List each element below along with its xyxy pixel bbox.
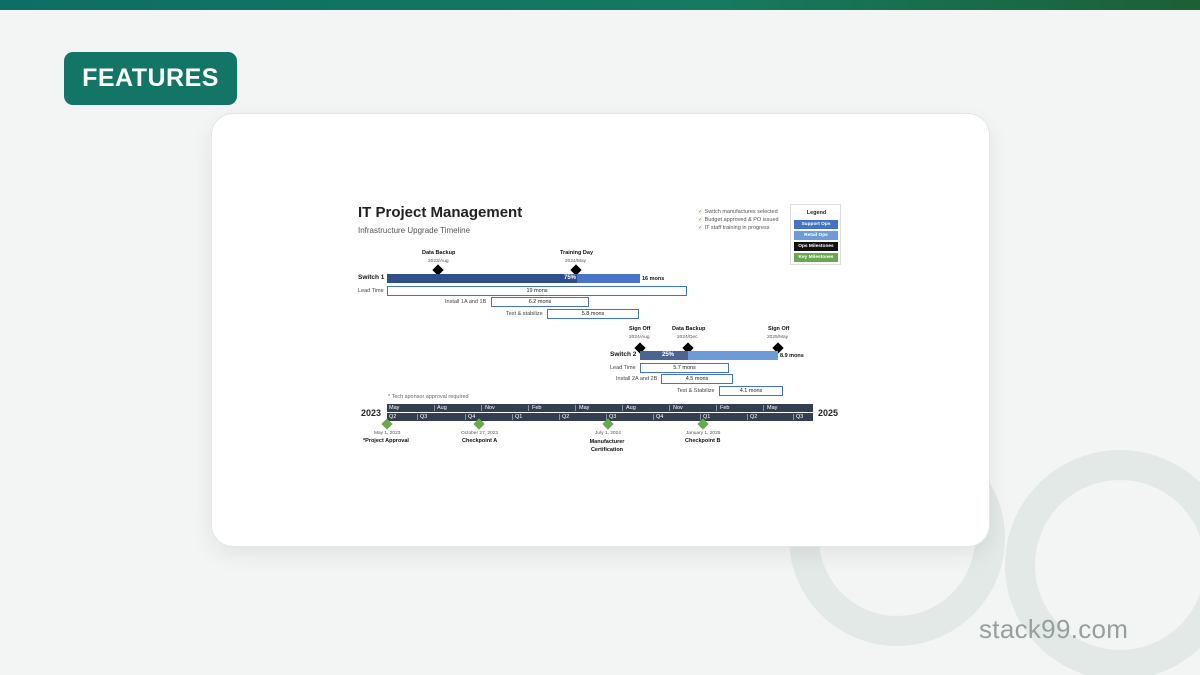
timeline-months-row: May Aug Nov Feb May Aug Nov Feb May [387,404,813,412]
key-milestone-date: July 1, 2024 [595,431,621,436]
task-bar: 4.1 mons [719,386,783,396]
month-label: Feb [532,405,542,411]
milestone-label: Training Day [560,250,594,256]
milestone-date: 2023/Aug [428,259,449,264]
checklist-item: ✓ Budget approved & PO issued [698,217,779,223]
milestone-label: Sign Off [768,326,790,332]
start-year: 2023 [361,408,382,418]
task-label: Lead Time [610,365,636,371]
quarter-label: Q3 [796,414,804,420]
task-label: Install 2A and 2B [616,376,658,382]
switch2-label: Switch 2 [610,351,637,358]
quarter-label: Q1 [515,414,523,420]
timeline-note: * Tech sponsor approval required [388,394,469,400]
key-milestone-date: January 1, 2025 [686,431,721,436]
quarter-label: Q2 [750,414,758,420]
switch2-duration: 8.9 mons [780,353,804,359]
milestone-date: 2024/Aug [629,335,650,340]
check-icon: ✓ [698,225,703,231]
milestone-label: Sign Off [629,326,651,332]
doc-title: IT Project Management [358,204,523,221]
quarter-label: Q2 [389,414,397,420]
top-accent-bar [0,0,1200,10]
quarter-label: Q4 [656,414,664,420]
legend-title: Legend [806,210,827,216]
task-label: Lead Time [358,288,384,294]
month-label: Aug [437,405,447,411]
switch1-percent: 75% [564,275,577,281]
quarter-label: Q2 [562,414,570,420]
checklist-item: ✓ Switch manufactures selected [698,209,778,215]
milestone-label: Data Backup [672,326,706,332]
switch1-duration: 16 mons [642,276,665,282]
milestone-label: Data Backup [422,250,456,256]
check-icon: ✓ [698,217,703,223]
legend-key-milestones: Key Milestones [794,253,838,262]
brand-watermark: stack99.com [979,614,1129,644]
key-milestone-label: Checkpoint A [462,438,498,444]
key-milestone-label: *Project Approval [363,438,409,444]
legend-support-ops: Support Ops [794,220,838,229]
checklist-item: ✓ IT staff training in progress [698,225,770,231]
month-label: Aug [626,405,636,411]
features-badge: FEATURES [64,52,237,105]
end-year: 2025 [818,408,839,418]
switch1-label: Switch 1 [358,274,385,281]
switch2-percent: 25% [662,352,675,358]
task-label: Test & Stabilize [677,388,715,394]
legend-ops-milestones: Ops Milestones [794,242,838,251]
switch1-remaining-bar [577,274,640,283]
legend-retail-ops: Retail Ops [794,231,838,240]
quarter-label: Q4 [468,414,476,420]
task-bar: 19 mons [387,286,687,296]
month-label: Nov [673,405,683,411]
quarter-label: Q3 [420,414,428,420]
task-label: Install 1A and 1B [445,299,487,305]
task-bar: 6.2 mons [491,297,589,307]
check-icon: ✓ [698,209,703,215]
key-milestone-date: May 1, 2023 [374,431,401,436]
legend-box: Legend Support Ops Retail Ops Ops Milest… [790,204,841,265]
task-bar: 5.7 mons [640,363,729,373]
doc-subtitle: Infrastructure Upgrade Timeline [358,226,471,235]
task-label: Test & stabilize [506,311,543,317]
month-label: May [389,405,400,411]
key-milestone-label: Checkpoint B [685,438,721,444]
task-bar: 4.5 mons [661,374,733,384]
key-milestone-label: Manufacturer Certification [589,439,625,453]
month-label: May [579,405,590,411]
month-label: Nov [485,405,495,411]
preview-card [211,113,990,547]
switch2-remaining-bar [688,351,778,360]
milestone-date: 2024/Dec [677,335,698,340]
milestone-date: 2025/May [767,335,789,340]
task-bar: 5.8 mons [547,309,639,319]
switch1-progress-bar [387,274,577,283]
timeline-quarters-row: Q2 Q3 Q4 Q1 Q2 Q3 Q4 Q1 Q2 Q3 [387,413,813,421]
month-label: May [767,405,778,411]
month-label: Feb [720,405,730,411]
key-milestone-date: October 27, 2023 [461,431,499,436]
